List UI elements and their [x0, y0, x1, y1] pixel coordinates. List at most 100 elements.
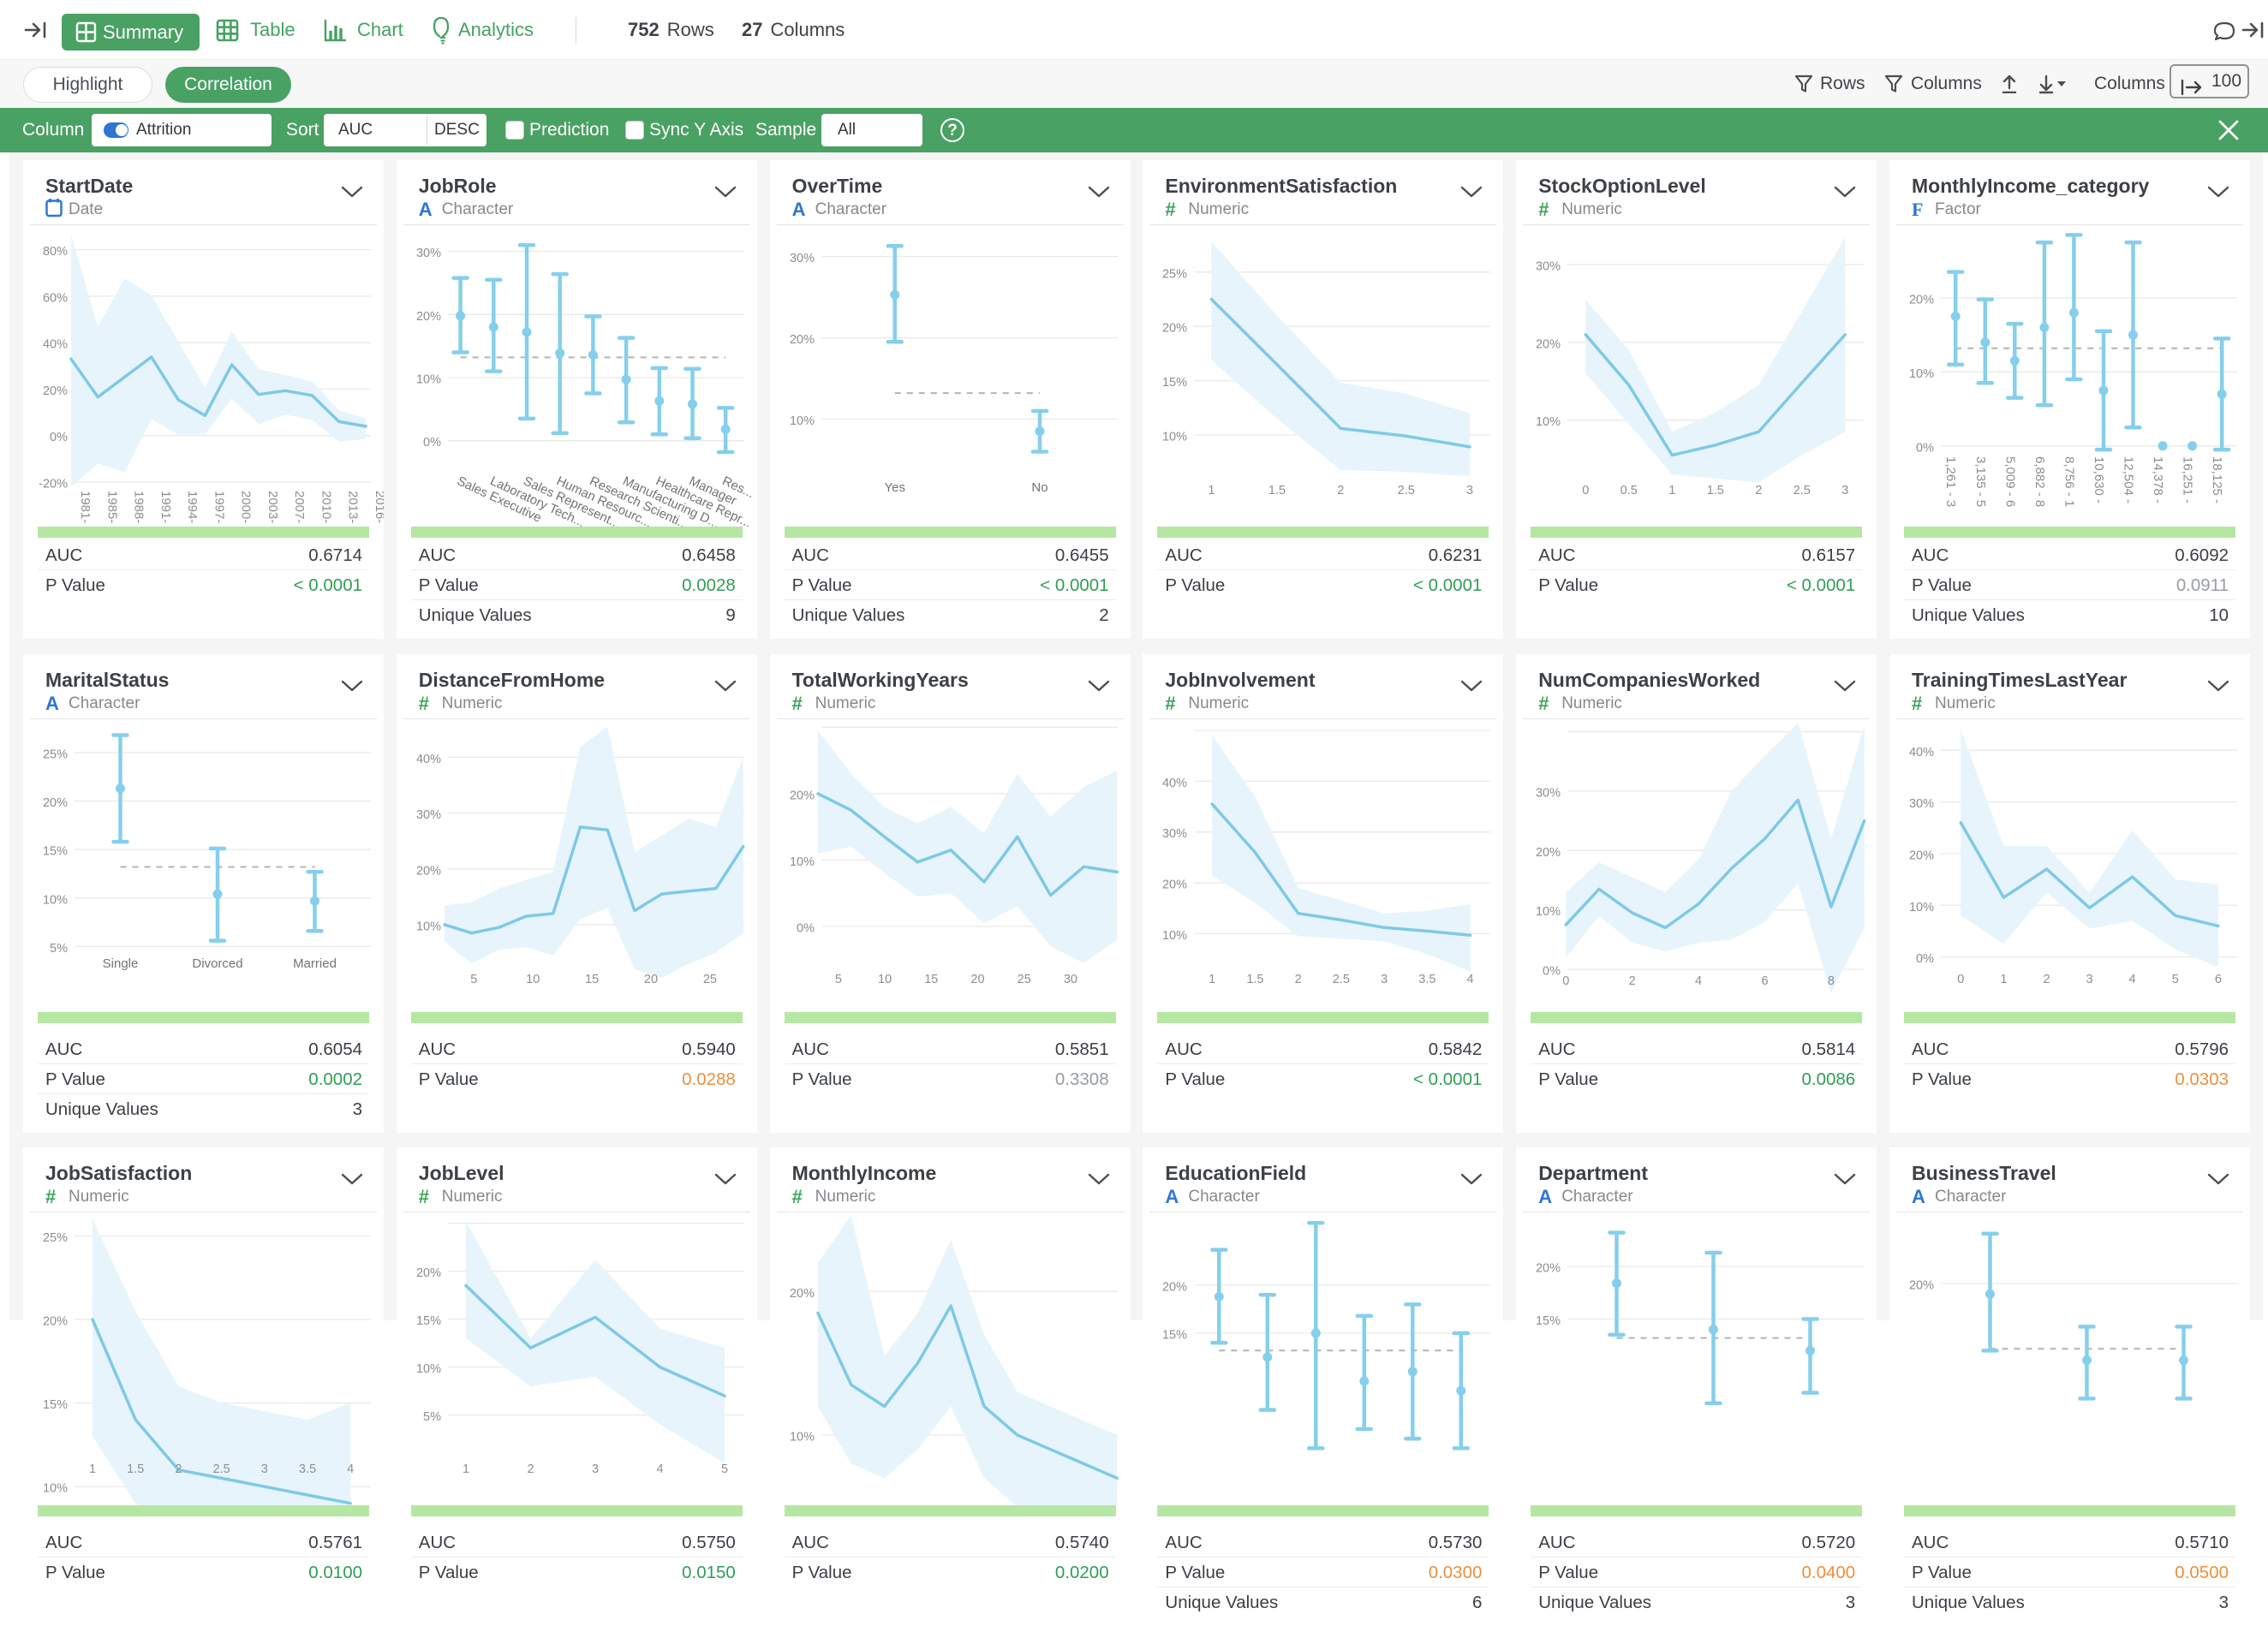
svg-text:25%: 25% [1162, 267, 1187, 281]
svg-text:1: 1 [1209, 484, 1215, 497]
svg-text:20%: 20% [43, 1315, 68, 1329]
svg-text:8,756 - 1: 8,756 - 1 [2062, 456, 2076, 507]
svg-text:30%: 30% [416, 808, 441, 822]
svg-text:3: 3 [1841, 484, 1848, 497]
svg-text:0%: 0% [1543, 964, 1561, 978]
svg-text:10%: 10% [790, 855, 815, 868]
svg-text:0: 0 [1562, 974, 1569, 988]
svg-text:40%: 40% [1162, 776, 1187, 789]
svg-text:0%: 0% [1916, 952, 1934, 966]
svg-text:5: 5 [834, 973, 841, 986]
svg-text:3: 3 [592, 1462, 599, 1476]
svg-text:60%: 60% [43, 291, 68, 305]
svg-text:2007-: 2007- [292, 491, 307, 523]
svg-text:2: 2 [1629, 974, 1636, 988]
svg-text:15%: 15% [43, 844, 68, 858]
svg-text:10%: 10% [416, 920, 441, 933]
svg-text:10%: 10% [790, 1431, 815, 1444]
svg-text:2: 2 [1338, 484, 1345, 497]
svg-text:1997-: 1997- [212, 491, 226, 523]
svg-text:2.5: 2.5 [1333, 973, 1350, 986]
svg-text:1988-: 1988- [132, 491, 146, 523]
svg-text:20%: 20% [43, 796, 68, 810]
svg-text:30%: 30% [790, 252, 815, 265]
svg-text:0%: 0% [797, 921, 815, 935]
svg-text:2: 2 [527, 1462, 534, 1476]
svg-text:1985-: 1985- [104, 491, 119, 523]
svg-text:20: 20 [970, 973, 984, 986]
svg-text:5: 5 [470, 973, 477, 986]
svg-text:20%: 20% [1162, 878, 1187, 891]
svg-text:10%: 10% [1536, 905, 1561, 919]
svg-text:0%: 0% [1916, 441, 1934, 455]
svg-text:5%: 5% [423, 1410, 441, 1424]
svg-text:14,378 -: 14,378 - [2151, 456, 2165, 503]
svg-text:3: 3 [2086, 973, 2093, 986]
svg-text:2003-: 2003- [266, 491, 280, 523]
svg-text:8: 8 [1828, 974, 1835, 988]
svg-text:10%: 10% [43, 1482, 68, 1496]
svg-text:2: 2 [1755, 484, 1762, 497]
svg-text:6: 6 [1762, 974, 1769, 988]
svg-text:10: 10 [878, 973, 892, 986]
svg-text:10%: 10% [790, 414, 815, 428]
svg-text:10%: 10% [416, 373, 441, 387]
svg-text:20%: 20% [43, 384, 68, 398]
svg-text:20%: 20% [1536, 845, 1561, 859]
svg-text:1.5: 1.5 [1247, 973, 1264, 986]
svg-text:1.5: 1.5 [127, 1462, 144, 1476]
svg-text:30%: 30% [1909, 797, 1934, 811]
svg-text:10,630 -: 10,630 - [2092, 456, 2106, 503]
svg-text:15%: 15% [416, 1314, 441, 1328]
svg-text:1: 1 [463, 1462, 469, 1476]
svg-text:10%: 10% [43, 893, 68, 907]
svg-text:2000-: 2000- [239, 491, 254, 523]
svg-text:0: 0 [1957, 973, 1964, 986]
svg-text:No: No [1031, 480, 1047, 495]
svg-text:1: 1 [2000, 973, 2007, 986]
svg-text:40%: 40% [1909, 745, 1934, 759]
svg-text:20%: 20% [1162, 1281, 1187, 1295]
svg-text:3: 3 [1466, 484, 1473, 497]
svg-text:20%: 20% [1536, 337, 1561, 351]
svg-text:30%: 30% [1162, 827, 1187, 841]
svg-text:25%: 25% [43, 747, 68, 761]
svg-text:2.5: 2.5 [1794, 484, 1811, 497]
svg-text:2016-: 2016- [373, 491, 384, 523]
svg-text:10%: 10% [416, 1362, 441, 1376]
svg-text:4: 4 [2129, 973, 2136, 986]
svg-text:6,882 - 8: 6,882 - 8 [2032, 456, 2047, 507]
svg-text:1981-: 1981- [78, 491, 93, 523]
svg-text:20%: 20% [790, 1287, 815, 1301]
svg-text:4: 4 [656, 1462, 663, 1476]
svg-text:1991-: 1991- [158, 491, 173, 523]
svg-text:20%: 20% [416, 1266, 441, 1280]
svg-text:4: 4 [1467, 973, 1474, 986]
svg-text:16,251 -: 16,251 - [2181, 456, 2195, 503]
svg-text:2010-: 2010- [319, 491, 333, 523]
svg-text:15%: 15% [1162, 1329, 1187, 1343]
svg-text:10%: 10% [1909, 900, 1934, 914]
svg-text:25%: 25% [43, 1231, 68, 1245]
svg-text:1994-: 1994- [185, 491, 200, 523]
svg-text:20%: 20% [416, 864, 441, 878]
svg-text:5: 5 [721, 1462, 728, 1476]
svg-text:0%: 0% [50, 431, 68, 444]
svg-text:30%: 30% [1536, 786, 1561, 800]
svg-text:3.5: 3.5 [1419, 973, 1436, 986]
svg-text:40%: 40% [43, 338, 68, 352]
svg-text:4: 4 [1695, 974, 1702, 988]
svg-text:10%: 10% [1162, 928, 1187, 942]
svg-text:25: 25 [1017, 973, 1030, 986]
svg-text:20%: 20% [1536, 1262, 1561, 1276]
svg-text:Yes: Yes [884, 480, 904, 495]
svg-text:1.5: 1.5 [1268, 484, 1286, 497]
svg-text:5%: 5% [50, 941, 68, 955]
svg-text:0: 0 [1582, 484, 1589, 497]
svg-text:Married: Married [293, 956, 337, 971]
svg-text:20: 20 [644, 973, 658, 986]
svg-text:2: 2 [2043, 973, 2050, 986]
svg-text:1: 1 [89, 1462, 96, 1476]
svg-text:10%: 10% [1909, 367, 1934, 381]
svg-text:10: 10 [526, 973, 540, 986]
